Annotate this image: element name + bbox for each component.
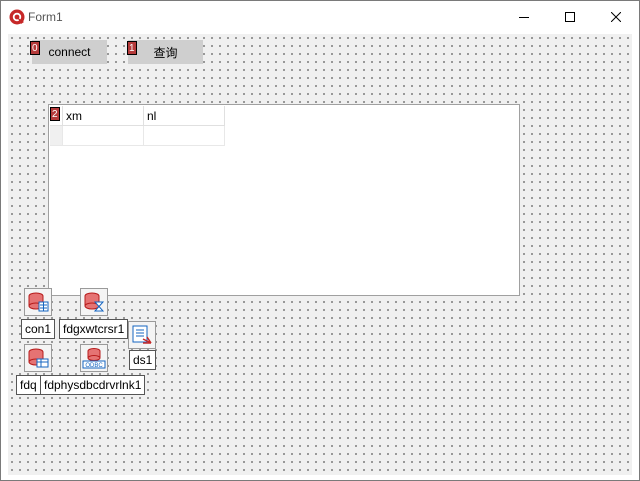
tab-order-badge: 0 — [30, 41, 40, 55]
tab-order-badge: 1 — [127, 41, 137, 55]
form-window: Form1 connect 0 查询 1 xm nl 2 con1 fdgxwt… — [0, 0, 640, 481]
fdconnection-icon — [28, 292, 49, 312]
query-button-label: 查询 — [153, 45, 178, 60]
close-icon — [611, 12, 621, 22]
grid-cell[interactable] — [144, 126, 225, 146]
form-designer-surface[interactable]: connect 0 查询 1 xm nl 2 con1 fdgxwtcrsr1 … — [8, 34, 632, 475]
fdconnection-component[interactable] — [24, 288, 52, 316]
datasource-component[interactable] — [128, 321, 156, 349]
grid-cell[interactable] — [63, 126, 144, 146]
odbc-driver-link-icon: ODBC — [82, 348, 106, 369]
close-button[interactable] — [593, 1, 639, 33]
query-button[interactable]: 查询 — [128, 40, 203, 64]
connect-button[interactable]: connect — [32, 40, 107, 64]
fdquery-icon — [28, 348, 49, 368]
fdquery-component[interactable] — [24, 344, 52, 372]
data-grid[interactable]: xm nl 2 — [48, 104, 520, 296]
component-label: con1 — [21, 319, 56, 339]
odbc-driver-link-component[interactable]: ODBC — [80, 344, 108, 372]
maximize-button[interactable] — [547, 1, 593, 33]
grid-row-indicator[interactable] — [50, 126, 63, 146]
component-label: fdphysdbcdrvrlnk1 — [40, 375, 146, 395]
window-title: Form1 — [28, 10, 63, 24]
component-label: fdq — [16, 375, 41, 395]
fdwaitcursor-component[interactable] — [80, 288, 108, 316]
maximize-icon — [565, 12, 575, 22]
minimize-icon — [519, 17, 529, 18]
datasource-icon — [132, 325, 152, 344]
app-icon — [9, 9, 25, 25]
component-label: ds1 — [129, 350, 157, 370]
title-bar[interactable]: Form1 — [1, 1, 639, 33]
grid-column-header[interactable]: nl — [144, 106, 225, 126]
component-label: fdgxwtcrsr1 — [59, 319, 129, 339]
fdwaitcursor-icon — [84, 292, 105, 312]
grid-column-header[interactable]: xm — [63, 106, 144, 126]
tab-order-badge: 2 — [50, 107, 60, 121]
connect-button-label: connect — [48, 45, 91, 59]
minimize-button[interactable] — [501, 1, 547, 33]
svg-text:ODBC: ODBC — [85, 363, 103, 369]
